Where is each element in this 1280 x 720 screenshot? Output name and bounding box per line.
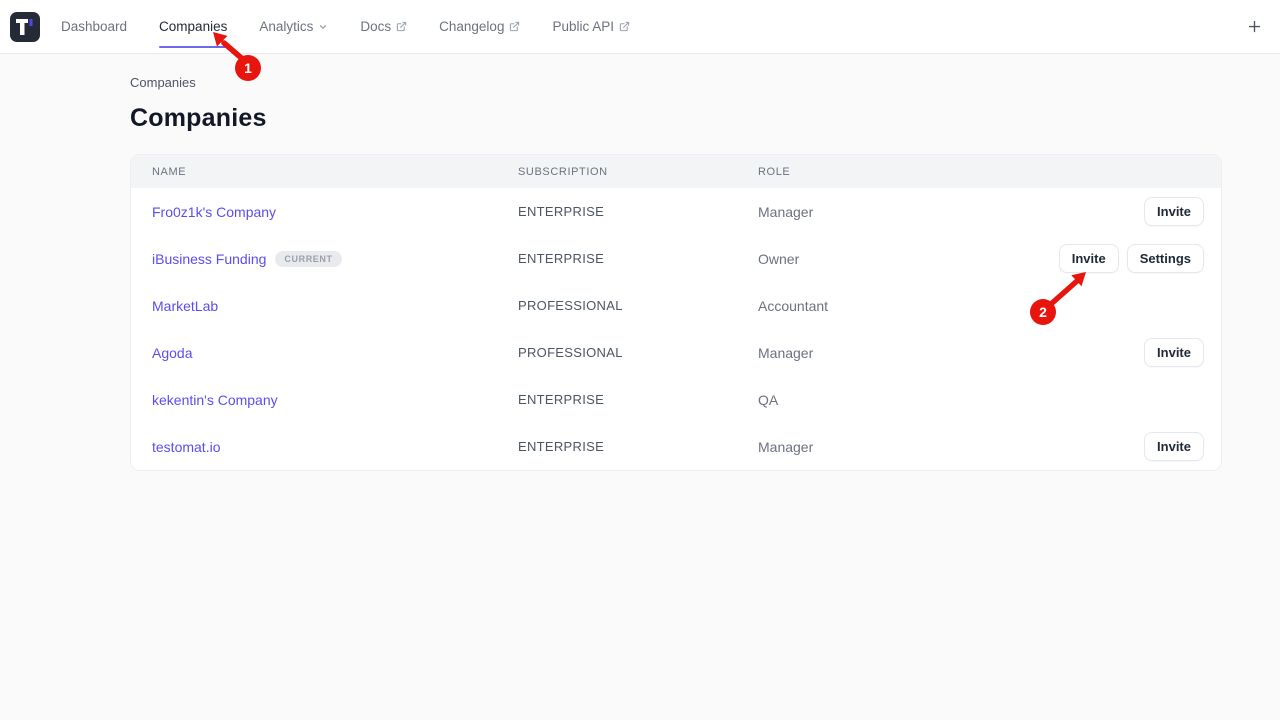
external-link-icon (509, 21, 520, 32)
invite-button[interactable]: Invite (1059, 244, 1119, 274)
current-badge: CURRENT (275, 251, 341, 267)
role-cell: QA (758, 392, 1084, 408)
subscription-cell: PROFESSIONAL (518, 345, 758, 360)
external-link-icon (396, 21, 407, 32)
settings-button[interactable]: Settings (1127, 244, 1204, 274)
role-cell: Manager (758, 204, 1084, 220)
role-cell: Manager (758, 439, 1084, 455)
nav-item-dashboard[interactable]: Dashboard (61, 0, 127, 54)
company-link[interactable]: MarketLab (152, 298, 218, 314)
nav-item-changelog[interactable]: Changelog (439, 0, 520, 54)
invite-button[interactable]: Invite (1144, 197, 1204, 227)
table-row: MarketLab PROFESSIONAL Accountant (131, 282, 1221, 329)
subscription-cell: ENTERPRISE (518, 439, 758, 454)
role-cell: Manager (758, 345, 1084, 361)
company-link[interactable]: iBusiness Funding (152, 251, 266, 267)
column-header-role: Role (758, 166, 1204, 178)
nav-item-label: Companies (159, 19, 227, 34)
invite-button[interactable]: Invite (1144, 432, 1204, 462)
nav-item-docs[interactable]: Docs (360, 0, 407, 54)
breadcrumb[interactable]: Companies (130, 75, 1222, 90)
subscription-cell: PROFESSIONAL (518, 298, 758, 313)
nav-item-label: Dashboard (61, 19, 127, 34)
add-button[interactable] (1243, 15, 1266, 38)
app-logo-icon[interactable] (10, 12, 40, 42)
nav-item-companies[interactable]: Companies (159, 0, 227, 54)
role-cell: Owner (758, 251, 1059, 267)
company-link[interactable]: testomat.io (152, 439, 220, 455)
subscription-cell: ENTERPRISE (518, 204, 758, 219)
role-cell: Accountant (758, 298, 1084, 314)
nav-item-analytics[interactable]: Analytics (259, 0, 328, 54)
column-header-subscription: Subscription (518, 166, 758, 178)
company-link[interactable]: Agoda (152, 345, 192, 361)
table-row: kekentin's Company ENTERPRISE QA (131, 376, 1221, 423)
subscription-cell: ENTERPRISE (518, 392, 758, 407)
table-row: iBusiness Funding CURRENT ENTERPRISE Own… (131, 235, 1221, 282)
companies-table: Name Subscription Role Fro0z1k's Company… (130, 154, 1222, 471)
main-content: Companies Companies Name Subscription Ro… (130, 75, 1222, 471)
table-row: Agoda PROFESSIONAL Manager Invite (131, 329, 1221, 376)
subscription-cell: ENTERPRISE (518, 251, 758, 266)
column-header-name: Name (152, 166, 518, 178)
table-header-row: Name Subscription Role (131, 155, 1221, 188)
svg-text:1: 1 (244, 60, 252, 76)
nav-item-label: Public API (552, 19, 614, 34)
nav-item-label: Changelog (439, 19, 504, 34)
active-tab-underline (159, 46, 227, 48)
table-row: Fro0z1k's Company ENTERPRISE Manager Inv… (131, 188, 1221, 235)
external-link-icon (619, 21, 630, 32)
invite-button[interactable]: Invite (1144, 338, 1204, 368)
page-title: Companies (130, 103, 1222, 133)
table-row: testomat.io ENTERPRISE Manager Invite (131, 423, 1221, 470)
top-nav: Dashboard Companies Analytics Docs Chang… (0, 0, 1280, 54)
company-link[interactable]: Fro0z1k's Company (152, 204, 276, 220)
company-link[interactable]: kekentin's Company (152, 392, 278, 408)
nav-item-label: Analytics (259, 19, 313, 34)
nav-item-public-api[interactable]: Public API (552, 0, 630, 54)
nav-item-label: Docs (360, 19, 391, 34)
chevron-down-icon (318, 22, 328, 32)
